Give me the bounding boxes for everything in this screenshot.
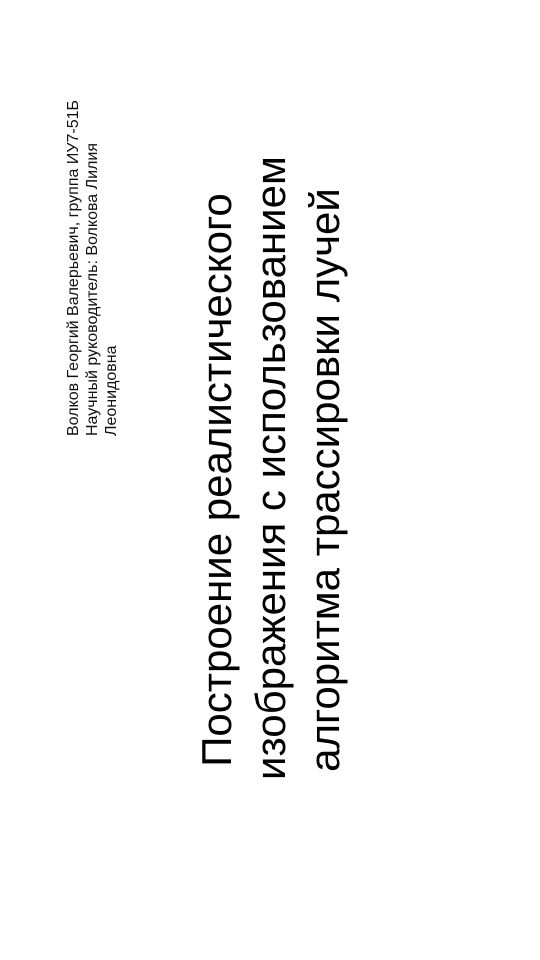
page: Волков Георгий Валерьевич, группа ИУ7-51… (0, 0, 540, 960)
title-line-1: Построение реалистического (193, 193, 240, 767)
author-info: Волков Георгий Валерьевич, группа ИУ7-51… (64, 16, 121, 436)
supervisor-line-continued: Леонидовна (103, 345, 120, 436)
slide-title: Построение реалистического изображения с… (190, 156, 352, 780)
title-line-3: алгоритма трассировки лучей (301, 188, 348, 772)
supervisor-line: Научный руководитель: Волкова Лилия (84, 142, 101, 436)
title-line-2: изображения с использованием (247, 156, 294, 780)
title-slide: Волков Георгий Валерьевич, группа ИУ7-51… (0, 0, 540, 960)
author-name-line: Волков Георгий Валерьевич, группа ИУ7-51… (65, 99, 82, 436)
